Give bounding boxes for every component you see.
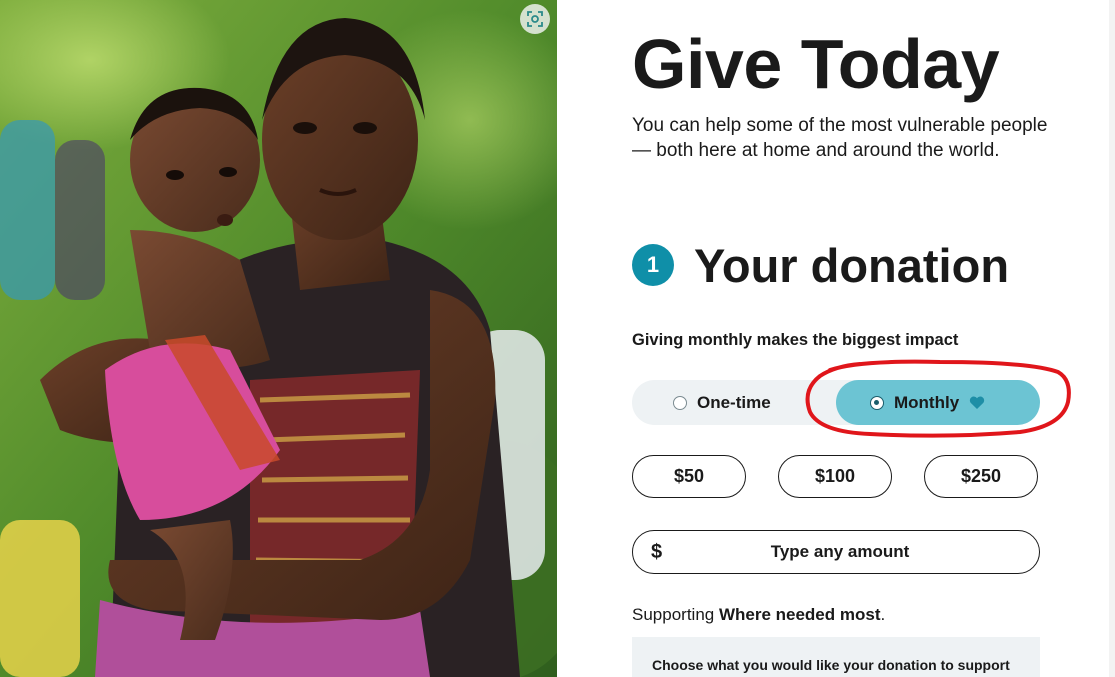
supporting-value[interactable]: Where needed most [719,605,881,624]
monthly-option[interactable]: Monthly [836,380,1040,425]
heart-icon [969,396,985,410]
one-time-label: One-time [697,392,771,412]
monthly-label: Monthly [894,392,960,412]
designation-box[interactable]: Choose what you would like your donation… [632,637,1040,677]
designation-label: Choose what you would like your donation… [652,657,1010,673]
hero-photo [0,0,557,677]
monthly-radio[interactable] [870,395,884,410]
amount-250-button[interactable]: $250 [924,455,1038,498]
supporting-prefix: Supporting [632,605,719,624]
supporting-suffix: . [880,605,886,624]
frequency-toggle: One-time Monthly [632,380,1040,425]
image-search-icon [527,11,543,27]
visual-search-button[interactable] [520,4,550,34]
currency-symbol: $ [651,541,663,563]
step-title: Your donation [694,239,1010,292]
hero-photo-illustration [0,0,557,677]
scrollbar[interactable] [1109,0,1115,677]
preset-amounts: $50 $100 $250 [632,455,1040,500]
one-time-radio[interactable] [673,395,687,410]
impact-text: Giving monthly makes the biggest impact [632,331,959,349]
step-number-badge: 1 [632,244,674,286]
page-title: Give Today [632,25,1000,103]
supporting-line: Supporting Where needed most. [632,605,885,625]
page-subtitle: You can help some of the most vulnerable… [632,115,1048,161]
one-time-option[interactable]: One-time [632,380,836,425]
donation-panel: Give Today You can help some of the most… [557,0,1115,677]
custom-amount-input[interactable] [673,532,1007,572]
amount-100-button[interactable]: $100 [778,455,892,498]
amount-50-button[interactable]: $50 [632,455,746,498]
custom-amount-field[interactable]: $ [632,530,1040,574]
